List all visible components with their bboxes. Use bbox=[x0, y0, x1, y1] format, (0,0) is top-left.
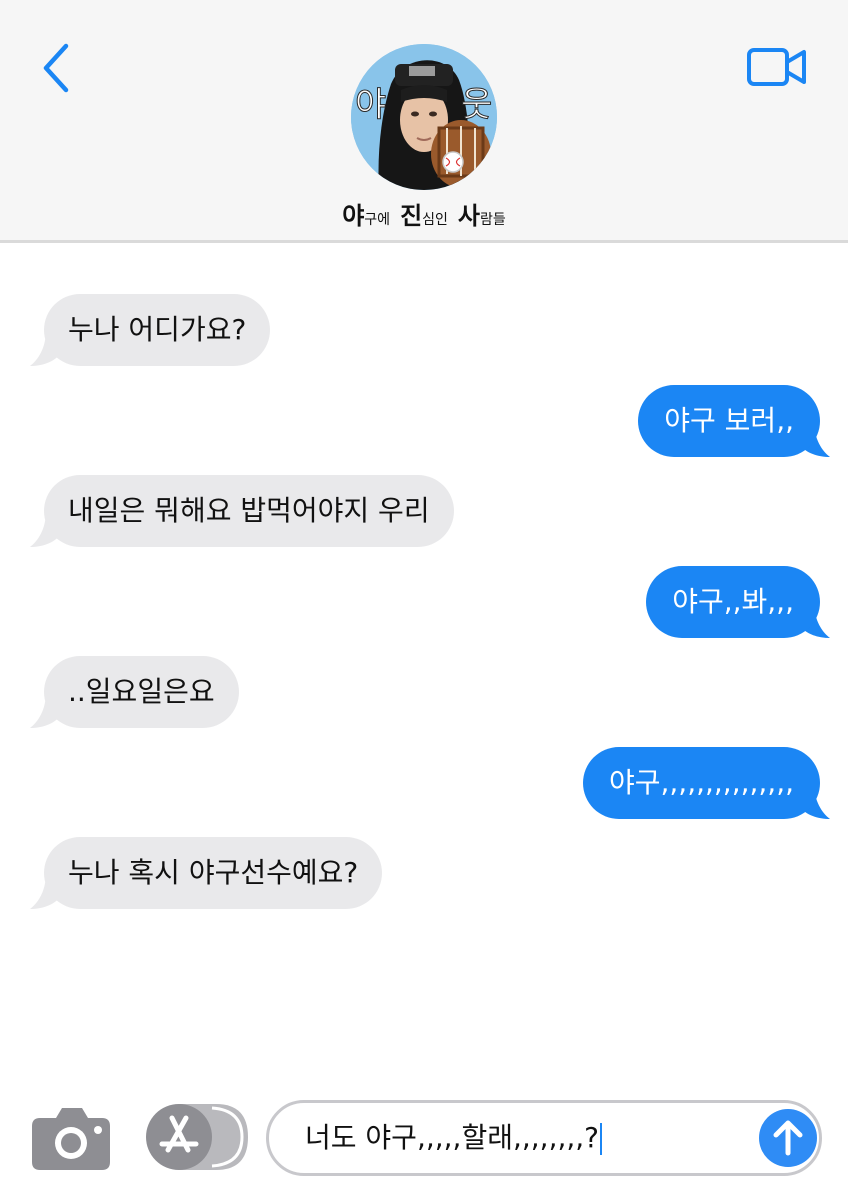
app-drawer-button[interactable] bbox=[146, 1104, 250, 1170]
avatar-text-left: 야 bbox=[355, 85, 386, 125]
message-bubble[interactable]: 야구,,,,,,,,,,,,,,, bbox=[582, 747, 820, 819]
camera-button[interactable] bbox=[30, 1104, 112, 1170]
camera-icon bbox=[32, 1108, 110, 1170]
message-bubble[interactable]: 누나 혹시 야구선수예요? bbox=[44, 837, 383, 909]
app-store-icon bbox=[146, 1104, 248, 1170]
message-row-outgoing: 야구,,,,,,,,,,,,,,, bbox=[0, 747, 848, 819]
avatar-photo: 야 웃 bbox=[351, 44, 497, 190]
message-row-outgoing: 야구 보러,, bbox=[0, 385, 848, 457]
message-input-text[interactable]: 너도 야구,,,,,할래,,,,,,,,? bbox=[305, 1103, 603, 1173]
message-bubble[interactable]: 야구 보러,, bbox=[638, 385, 820, 457]
name-part-2-big: 진 bbox=[400, 202, 423, 230]
name-part-1-small: 구에 bbox=[364, 212, 391, 228]
contact-name[interactable]: 야구에 진심인 사람들 bbox=[0, 196, 848, 231]
message-row-incoming: 내일은 뭐해요 밥먹어야지 우리 bbox=[0, 475, 848, 547]
message-row-incoming: 누나 어디가요? bbox=[0, 294, 848, 366]
message-row-outgoing: 야구,,봐,,, bbox=[0, 566, 848, 638]
arrow-up-icon bbox=[773, 1120, 803, 1156]
name-part-2-small: 심인 bbox=[422, 212, 448, 228]
avatar-text-right: 웃 bbox=[461, 85, 492, 125]
name-part-3-small: 람들 bbox=[480, 212, 506, 228]
video-camera-icon bbox=[747, 48, 806, 86]
message-bubble[interactable]: 내일은 뭐해요 밥먹어야지 우리 bbox=[44, 475, 454, 547]
message-bubble[interactable]: 누나 어디가요? bbox=[44, 294, 271, 366]
conversation-header: 야 웃 야구에 진심인 사람들 bbox=[0, 0, 848, 243]
video-call-button[interactable] bbox=[746, 44, 808, 90]
message-row-incoming: 누나 혹시 야구선수예요? bbox=[0, 837, 848, 909]
name-part-1-big: 야 bbox=[342, 202, 365, 230]
send-button[interactable] bbox=[759, 1109, 817, 1167]
text-caret bbox=[600, 1123, 603, 1155]
message-input[interactable]: 너도 야구,,,,,할래,,,,,,,,? bbox=[266, 1100, 822, 1176]
name-part-3-big: 사 bbox=[457, 202, 481, 230]
message-bubble[interactable]: ..일요일은요 bbox=[44, 656, 239, 728]
draft-text: 너도 야구,,,,,할래,,,,,,,,? bbox=[305, 1121, 600, 1154]
contact-avatar[interactable]: 야 웃 bbox=[351, 44, 497, 190]
chevron-left-icon bbox=[43, 43, 69, 93]
message-bubble[interactable]: 야구,,봐,,, bbox=[646, 566, 820, 638]
message-row-incoming: ..일요일은요 bbox=[0, 656, 848, 728]
back-button[interactable] bbox=[38, 40, 78, 96]
message-list: 누나 어디가요? 야구 보러,, 내일은 뭐해요 밥먹어야지 우리 야구,,봐,… bbox=[0, 243, 848, 1093]
